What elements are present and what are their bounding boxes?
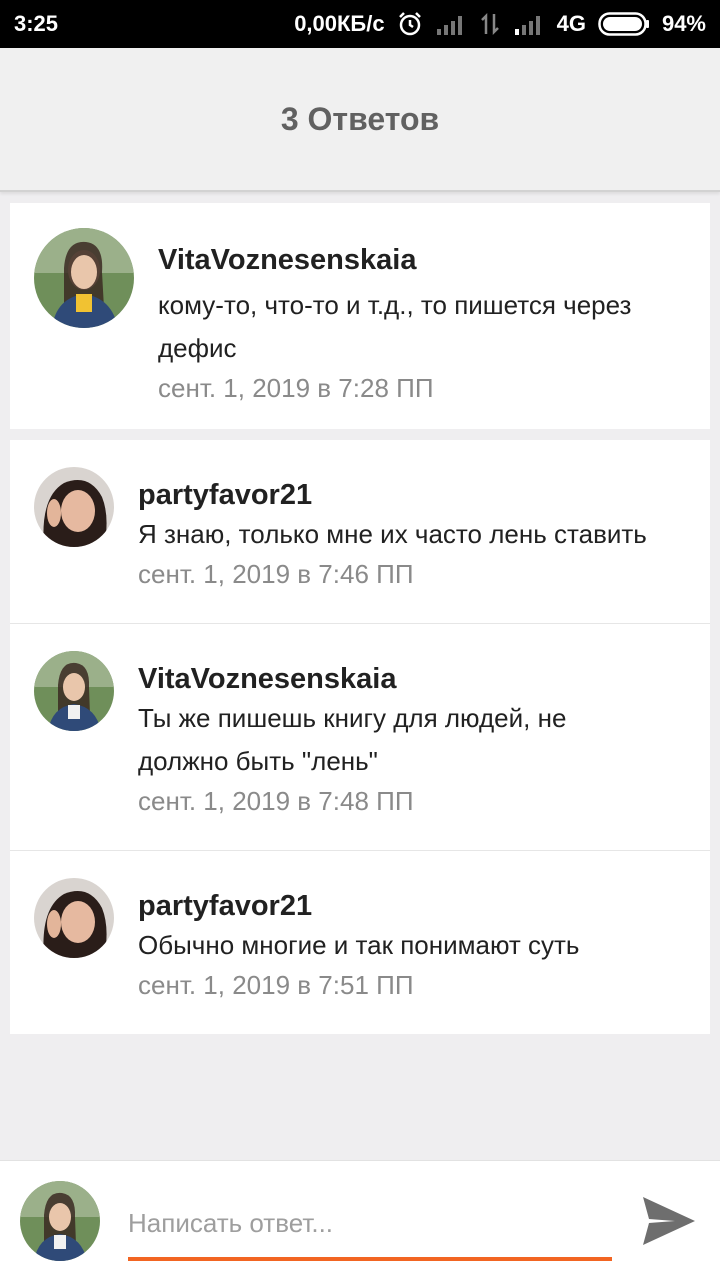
comment-text: кому-то, что-то и т.д., то пишется через… bbox=[158, 290, 632, 363]
battery-level: 94% bbox=[661, 11, 706, 36]
send-icon bbox=[643, 1197, 695, 1245]
signal-icon bbox=[435, 13, 467, 35]
battery-icon bbox=[598, 12, 650, 36]
reply-bar bbox=[0, 1160, 720, 1280]
network-speed: 0,00КБ/с bbox=[294, 11, 385, 36]
reply-username[interactable]: partyfavor21 bbox=[138, 477, 698, 513]
comment-body: VitaVoznesenskaia кому-то, что-то и т.д.… bbox=[134, 228, 698, 429]
avatar[interactable] bbox=[34, 878, 114, 958]
reply-input[interactable] bbox=[128, 1197, 612, 1261]
reply-text: Ты же пишешь книгу для людей, не должно … bbox=[138, 703, 567, 776]
replies-header: 3 Ответов bbox=[0, 48, 720, 192]
reply-text: Обычно многие и так понимают суть bbox=[138, 930, 580, 960]
reply-date: сент. 1, 2019 в 7:51 ПП bbox=[138, 970, 414, 1000]
comment-date: сент. 1, 2019 в 7:28 ПП bbox=[158, 373, 434, 403]
page-title: 3 Ответов bbox=[280, 100, 440, 137]
reply-body: VitaVoznesenskaia Ты же пишешь книгу для… bbox=[114, 651, 658, 850]
reply-username[interactable]: VitaVoznesenskaia bbox=[138, 661, 658, 697]
comment-username[interactable]: VitaVoznesenskaia bbox=[158, 242, 698, 278]
status-time: 3:25 bbox=[14, 11, 59, 36]
reply-body: partyfavor21 Я знаю, только мне их часто… bbox=[114, 467, 698, 623]
send-button[interactable] bbox=[638, 1191, 700, 1251]
reply-item: VitaVoznesenskaia Ты же пишешь книгу для… bbox=[10, 624, 710, 851]
data-transfer-icon bbox=[479, 12, 501, 36]
reply-item: partyfavor21 Я знаю, только мне их часто… bbox=[10, 440, 710, 624]
comment: VitaVoznesenskaia кому-то, что-то и т.д.… bbox=[10, 203, 710, 429]
reply-body: partyfavor21 Обычно многие и так понимаю… bbox=[114, 878, 698, 1034]
reply-username[interactable]: partyfavor21 bbox=[138, 888, 698, 924]
current-user-avatar bbox=[20, 1181, 100, 1261]
status-icons: 0,00КБ/с 4G 94% bbox=[294, 11, 706, 37]
signal-icon bbox=[513, 13, 545, 35]
reply-text: Я знаю, только мне их часто лень ставить bbox=[138, 519, 647, 549]
network-type: 4G bbox=[556, 11, 586, 36]
avatar[interactable] bbox=[34, 651, 114, 731]
reply-date: сент. 1, 2019 в 7:46 ПП bbox=[138, 559, 414, 589]
avatar[interactable] bbox=[34, 467, 114, 547]
reply-item: partyfavor21 Обычно многие и так понимаю… bbox=[10, 851, 710, 1034]
status-bar: 3:25 0,00КБ/с 4G 94% bbox=[0, 0, 720, 48]
reply-date: сент. 1, 2019 в 7:48 ПП bbox=[138, 786, 414, 816]
replies-card: partyfavor21 Я знаю, только мне их часто… bbox=[10, 440, 710, 1034]
main-comment-card: VitaVoznesenskaia кому-то, что-то и т.д.… bbox=[10, 203, 710, 429]
alarm-icon bbox=[397, 11, 423, 37]
avatar[interactable] bbox=[34, 228, 134, 328]
